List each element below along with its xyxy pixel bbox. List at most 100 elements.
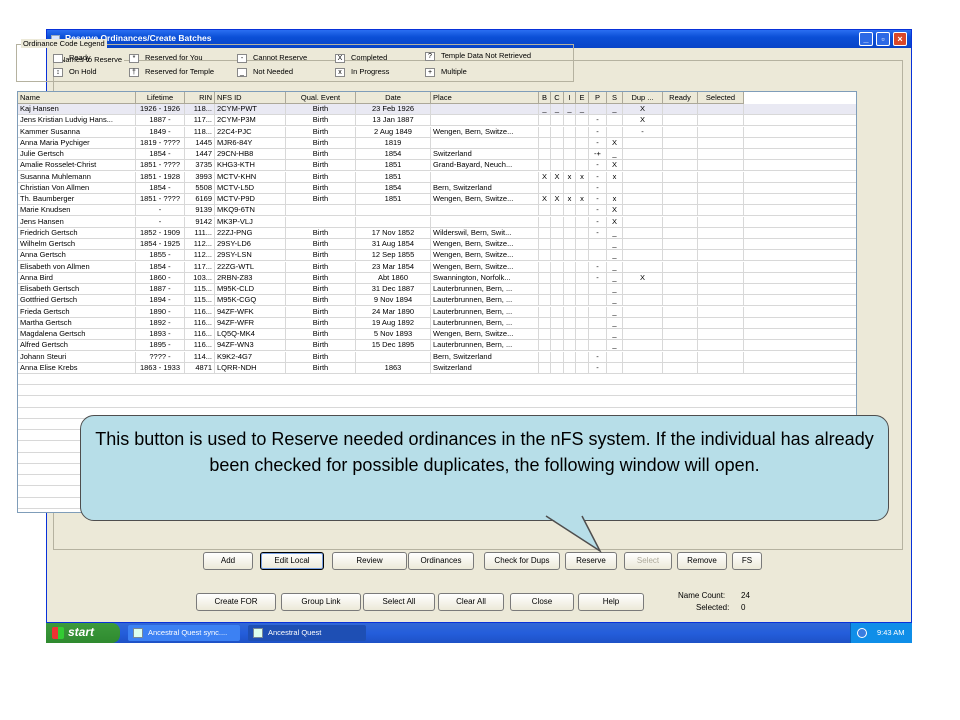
group-link-button[interactable]: Group Link [281, 593, 361, 611]
close-button[interactable]: Close [510, 593, 574, 611]
table-row[interactable]: Jens Hansen -9142 MK3P-VLJ - X [18, 216, 856, 228]
add-button[interactable]: Add [203, 552, 253, 570]
maximize-button[interactable]: ▫ [876, 32, 890, 46]
cell-qual-event: Birth [286, 126, 356, 138]
cell-qual-event: Birth [286, 272, 356, 284]
column-header-rin[interactable]: RIN [185, 92, 215, 104]
cell-lifetime: 1854 - [136, 182, 185, 194]
table-row[interactable]: Julie Gertsch 1854 -1447 29CN-HB8 Birth 1854… [18, 149, 856, 160]
column-header-s[interactable]: S [607, 92, 623, 104]
select-button[interactable]: Select [624, 552, 672, 570]
cell-e [576, 250, 589, 262]
cell-name: Julie Gertsch [18, 149, 136, 160]
table-row[interactable]: Anna Gertsch 1855 -112... 29SY-LSN Birth 12 … [18, 250, 856, 262]
cell-ready [663, 227, 698, 239]
cell-selected [698, 250, 744, 262]
cell-ready [663, 104, 698, 115]
cell-c [551, 362, 564, 374]
select-all-button[interactable]: Select All [363, 593, 435, 611]
cell-s [607, 351, 623, 363]
column-header-p[interactable]: P [589, 92, 607, 104]
column-header-dup[interactable]: Dup ... [623, 92, 663, 104]
cell-e [576, 182, 589, 194]
edit-local-button[interactable]: Edit Local [260, 552, 324, 570]
column-header-lifetime[interactable]: Lifetime [136, 92, 185, 104]
taskbar-item-sync[interactable]: Ancestral Quest sync.... [128, 625, 240, 641]
cell-s [607, 115, 623, 127]
clear-all-button[interactable]: Clear All [438, 593, 504, 611]
remove-button[interactable]: Remove [677, 552, 727, 570]
cell-nfs-id: 22ZG-WTL [215, 261, 286, 273]
fs-button[interactable]: FS [732, 552, 762, 570]
table-row[interactable]: Johann Steuri???? -114... K9K2-4G7 Birth Be… [18, 351, 856, 363]
name-count-label: Name Count: [678, 591, 726, 600]
empty-table-row [18, 397, 856, 408]
table-row[interactable]: Susanna Muhlemann 1851 - 1928 3993 MCTV-KHN… [18, 171, 856, 183]
table-row[interactable]: Kaj Hansen 1926 - 1926 118... 2CYM-PWT Birth… [18, 104, 856, 115]
legend-label: Multiple [441, 67, 467, 76]
cell-date: 1854 [356, 182, 431, 194]
cell-dup [623, 351, 663, 363]
cell-p: - [589, 205, 607, 217]
cell-e [576, 340, 589, 352]
cell-c [551, 317, 564, 329]
start-button[interactable]: start [46, 623, 120, 643]
column-header-date[interactable]: Date [356, 92, 431, 104]
cell-ready [663, 182, 698, 194]
table-row[interactable]: Friedrich Gertsch 1852 - 1909 111... 22ZJ-P… [18, 227, 856, 239]
table-row[interactable]: Elisabeth von Allmen 1854 -117... 22ZG-WTL… [18, 261, 856, 273]
legend-item-cannot-reserve: - Cannot Reserve [237, 53, 307, 63]
network-icon[interactable] [857, 628, 867, 638]
table-row[interactable]: Elisabeth Gertsch 1887 -115... M95K-CLD Bir… [18, 284, 856, 295]
cell-lifetime: 1854 - 1925 [136, 239, 185, 250]
close-window-button[interactable]: × [893, 32, 907, 46]
cell-lifetime: 1890 - [136, 306, 185, 318]
taskbar-item-ancestral-quest[interactable]: Ancestral Quest [248, 625, 366, 641]
cell-lifetime: 1893 - [136, 329, 185, 340]
column-header-b[interactable]: B [539, 92, 551, 104]
column-header-selected[interactable]: Selected [698, 92, 744, 104]
help-button[interactable]: Help [578, 593, 644, 611]
column-header-c[interactable]: C [551, 92, 564, 104]
column-header-place[interactable]: Place [431, 92, 539, 104]
minimize-button[interactable]: _ [859, 32, 873, 46]
column-header-ready[interactable]: Ready [663, 92, 698, 104]
cell-date: 17 Nov 1852 [356, 227, 431, 239]
table-row[interactable]: Alfred Gertsch 1895 -116... 94ZF-WN3 Birth 1… [18, 340, 856, 352]
column-header-i[interactable]: I [564, 92, 576, 104]
column-header-e[interactable]: E [576, 92, 589, 104]
table-row[interactable]: Jens Kristian Ludvig Hans... 1887 -117...… [18, 115, 856, 127]
ordinances-button[interactable]: Ordinances [408, 552, 474, 570]
cell-dup [623, 362, 663, 374]
table-row[interactable]: Christian Von Allmen 1854 -5508 MCTV-L5D Bi… [18, 182, 856, 194]
cell-qual-event: Birth [286, 194, 356, 205]
column-header-qual-event[interactable]: Qual. Event [286, 92, 356, 104]
cell-b [539, 137, 551, 149]
create-for-button[interactable]: Create FOR [196, 593, 276, 611]
cell-rin: 3735 [185, 160, 215, 172]
table-row[interactable]: Magdalena Gertsch 1893 -116... LQ5Q-MK4 Bir… [18, 329, 856, 340]
cell-rin: 3993 [185, 171, 215, 183]
cell-nfs-id: MCTV-KHN [215, 171, 286, 183]
cell-p [589, 306, 607, 318]
table-row[interactable]: Wilhelm Gertsch 1854 - 1925 112... 29SY-LD6… [18, 239, 856, 250]
table-row[interactable]: Amalie Rosselet-Christ 1851 - ???? 3735 KHG… [18, 160, 856, 172]
table-row[interactable]: Frieda Gertsch 1890 -116... 94ZF-WFK Birth 2… [18, 306, 856, 318]
cell-place [431, 104, 539, 115]
cell-rin: 114... [185, 351, 215, 363]
table-row[interactable]: Martha Gertsch 1892 -116... 94ZF-WFR Birth 1… [18, 317, 856, 329]
table-row[interactable]: Anna Elise Krebs 1863 - 1933 4871 LQRR-NDH B… [18, 362, 856, 374]
cell-b [539, 362, 551, 374]
table-row[interactable]: Marie Knudsen -9139 MKQ9-6TN - X [18, 205, 856, 217]
table-row[interactable]: Anna Maria Pychiger 1819 - ???? 1445 MJR6-8… [18, 137, 856, 149]
name-count-value: 24 [741, 591, 750, 600]
table-row[interactable]: Anna Bird 1860 -103... 2RBN-Z83 Birth Abt 18… [18, 272, 856, 284]
column-header-nfs-id[interactable]: NFS ID [215, 92, 286, 104]
cell-name: Magdalena Gertsch [18, 329, 136, 340]
review-button[interactable]: Review [332, 552, 407, 570]
table-row[interactable]: Gottfried Gertsch 1894 -115... M95K-CGQ Bir… [18, 295, 856, 307]
cell-dup: X [623, 104, 663, 115]
table-row[interactable]: Th. Baumberger 1851 - ???? 6169 MCTV-P9D Bir… [18, 194, 856, 205]
table-row[interactable]: Kammer Susanna 1849 -118... 22C4-PJC Birth 2… [18, 126, 856, 138]
column-header-name[interactable]: Name [18, 92, 136, 104]
